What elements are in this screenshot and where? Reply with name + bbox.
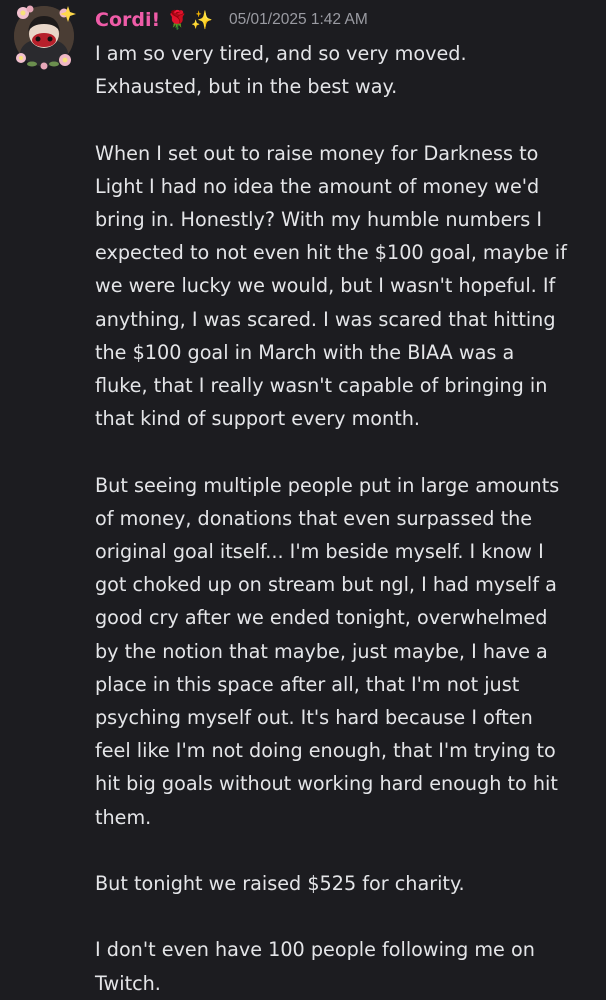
message-paragraph: But tonight we raised $525 for charity.	[95, 872, 465, 896]
message-header: Cordi! 🌹✨ 05/01/2025 1:42 AM	[95, 5, 368, 35]
avatar-image	[14, 5, 76, 70]
timestamp[interactable]: 05/01/2025 1:42 AM	[229, 11, 368, 29]
role-badges: 🌹✨	[166, 10, 215, 31]
message-paragraph: When I set out to raise money for Darkne…	[95, 141, 567, 431]
message-content: I am so very tired, and so very moved. E…	[95, 37, 600, 1000]
message-paragraph: I don't even have 100 people following m…	[95, 938, 535, 995]
username[interactable]: Cordi!	[95, 9, 160, 31]
avatar[interactable]	[10, 2, 78, 70]
message-paragraph: I am so very tired, and so very moved. E…	[95, 42, 467, 99]
message-paragraph: But seeing multiple people put in large …	[95, 473, 560, 829]
rose-icon: 🌹	[166, 9, 191, 31]
chat-message: Cordi! 🌹✨ 05/01/2025 1:42 AM I am so ver…	[0, 0, 606, 1000]
sparkles-icon: ✨	[190, 9, 215, 31]
